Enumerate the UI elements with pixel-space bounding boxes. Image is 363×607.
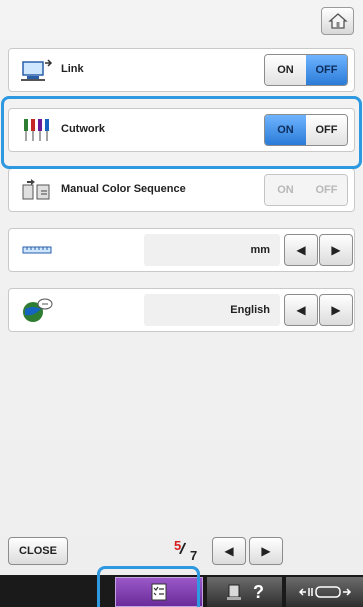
manual-color-sequence-off-button: OFF: [306, 175, 347, 205]
page-next-button[interactable]: ▶: [249, 537, 283, 565]
help-tab[interactable]: ?: [207, 577, 282, 607]
home-icon: [327, 13, 348, 29]
hoop-move-icon: [298, 586, 351, 598]
manual-color-sequence-toggle: ON OFF: [264, 174, 348, 206]
cutwork-highlight-outline: [1, 96, 362, 169]
link-setting-row: Link ON OFF: [8, 48, 355, 92]
settings-screen: Link ON OFF Cutwork ON OFF Manual Color …: [0, 0, 363, 607]
language-setting-row: English ◀ ▶: [8, 288, 355, 332]
link-on-button[interactable]: ON: [265, 55, 306, 85]
link-label: Link: [61, 63, 84, 75]
page-indicator: 5 / 7: [166, 538, 206, 566]
ruler-icon: [22, 246, 52, 254]
page-total: 7: [190, 548, 198, 563]
close-button[interactable]: CLOSE: [8, 537, 68, 565]
units-prev-button[interactable]: ◀: [284, 234, 318, 266]
color-sequence-icon: [22, 179, 50, 200]
manual-color-sequence-setting-row: Manual Color Sequence ON OFF: [8, 168, 355, 212]
language-next-button[interactable]: ▶: [319, 294, 353, 326]
help-question-glyph: ?: [253, 581, 264, 602]
manual-color-sequence-label: Manual Color Sequence: [61, 183, 186, 195]
machine-help-icon: [227, 584, 241, 600]
language-prev-button[interactable]: ◀: [284, 294, 318, 326]
units-setting-row: mm ◀ ▶: [8, 228, 355, 272]
manual-color-sequence-on-button: ON: [265, 175, 306, 205]
globe-speech-icon: [23, 298, 53, 322]
settings-tab-highlight-outline: [97, 566, 200, 607]
computer-link-icon: [21, 59, 53, 81]
units-next-button[interactable]: ▶: [319, 234, 353, 266]
language-value: English: [144, 294, 280, 326]
link-off-button[interactable]: OFF: [306, 55, 347, 85]
hoop-tab[interactable]: [286, 577, 363, 607]
link-toggle: ON OFF: [264, 54, 348, 86]
home-button[interactable]: [321, 7, 354, 35]
units-value: mm: [144, 234, 280, 266]
page-prev-button[interactable]: ◀: [212, 537, 246, 565]
